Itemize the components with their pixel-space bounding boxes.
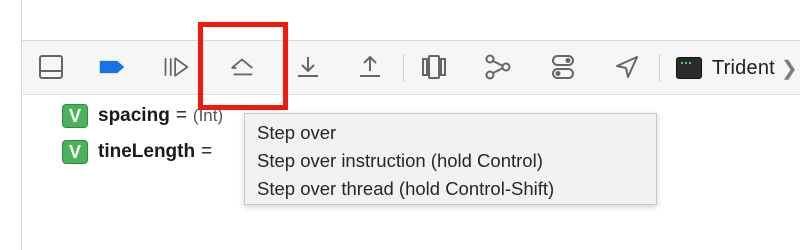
variable-equals: = xyxy=(175,105,187,126)
step-out-icon xyxy=(360,55,380,77)
tooltip-line: Step over instruction (hold Control) xyxy=(257,150,543,171)
variable-name: spacing xyxy=(98,105,170,126)
memory-graph-button[interactable] xyxy=(484,53,512,81)
continue-button[interactable] xyxy=(162,53,190,81)
tooltip-line: Step over xyxy=(257,122,337,143)
step-into-button[interactable] xyxy=(294,53,322,81)
environment-overrides-icon xyxy=(552,55,574,79)
simulate-location-button[interactable] xyxy=(613,53,641,81)
editor-gutter xyxy=(0,0,22,250)
hide-debug-area-button[interactable] xyxy=(37,53,65,81)
variable-badge-icon: V xyxy=(62,140,88,164)
view-hierarchy-icon xyxy=(422,55,446,79)
variable-badge-icon: V xyxy=(62,104,88,128)
continue-icon xyxy=(164,57,189,77)
memory-graph-icon xyxy=(485,54,511,80)
step-into-icon xyxy=(298,57,318,77)
step-out-button[interactable] xyxy=(356,53,384,81)
hide-debug-area-icon xyxy=(39,55,63,79)
variable-type: (Int) xyxy=(192,106,224,125)
simulate-location-icon xyxy=(616,56,638,78)
toolbar-separator xyxy=(403,54,404,82)
step-over-highlight-box xyxy=(198,22,288,110)
scheme-selector[interactable]: Trident ❯ xyxy=(676,55,798,81)
breakpoints-toggle-button[interactable] xyxy=(98,53,126,81)
variable-equals: = xyxy=(201,141,213,162)
terminal-app-icon xyxy=(676,57,702,79)
debug-toolbar: Trident ❯ xyxy=(22,40,800,95)
variable-name: tineLength xyxy=(98,141,196,162)
chevron-right-icon: ❯ xyxy=(780,57,798,80)
breakpoints-toggle-icon xyxy=(99,60,125,74)
step-over-tooltip: Step over Step over instruction (hold Co… xyxy=(244,113,657,205)
tooltip-line: Step over thread (hold Control-Shift) xyxy=(257,178,555,199)
environment-overrides-button[interactable] xyxy=(549,53,577,81)
variable-row[interactable]: V tineLength = xyxy=(62,139,212,165)
toolbar-separator xyxy=(659,54,660,82)
variable-row[interactable]: V spacing = (Int) xyxy=(62,103,223,129)
scheme-label: Trident xyxy=(712,56,775,79)
view-hierarchy-button[interactable] xyxy=(420,53,448,81)
